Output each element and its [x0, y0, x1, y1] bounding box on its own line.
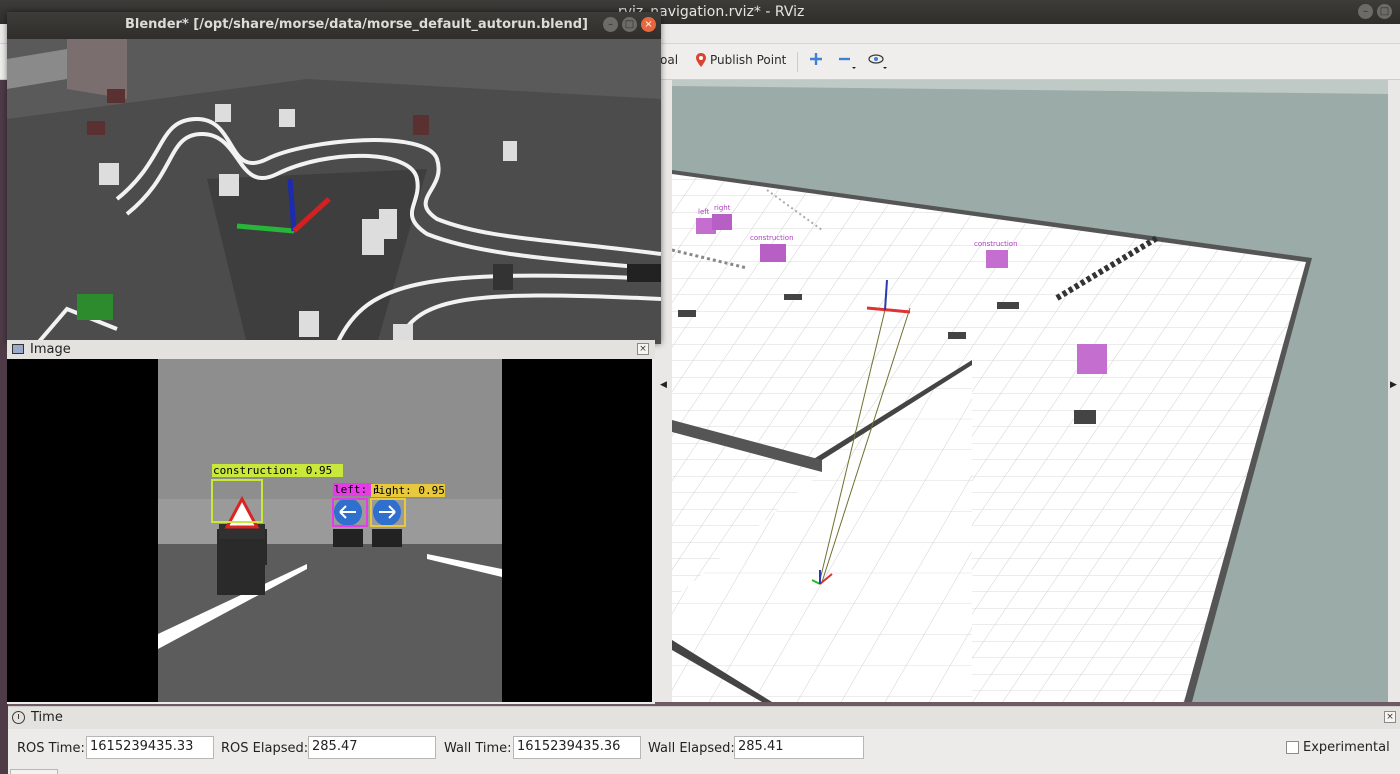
eye-icon[interactable] — [868, 52, 890, 70]
map-pin-icon — [696, 53, 706, 67]
reset-button[interactable] — [10, 769, 58, 774]
obstacle — [678, 310, 696, 317]
obstacle — [997, 302, 1019, 309]
image-panel-header[interactable]: Image × — [7, 340, 655, 359]
ros-time-field[interactable]: 1615239435.33 — [86, 736, 214, 759]
marker-label-construction: construction — [750, 234, 794, 242]
right-dock-collapse[interactable]: ▶ — [1388, 80, 1400, 702]
ros-elapsed-label: ROS Elapsed: — [221, 741, 309, 756]
obstacle — [784, 294, 802, 300]
sign-marker — [1077, 344, 1107, 374]
tool-publish-point-label: Publish Point — [710, 53, 787, 67]
marker-label-right: right — [714, 204, 731, 212]
tool-2d-nav-goal-label: oal — [660, 53, 679, 67]
wall-time-label: Wall Time: — [444, 741, 512, 756]
experimental-label: Experimental — [1303, 740, 1390, 755]
tool-publish-point[interactable]: Publish Point — [696, 53, 786, 67]
blender-titlebar[interactable]: Blender* [/opt/share/morse/data/morse_de… — [7, 12, 661, 39]
toolbar-separator — [797, 52, 798, 72]
sign-marker — [712, 214, 732, 230]
sign-marker — [760, 244, 786, 262]
camera-image-view: construction: 0.95 left: 1 right: 0.95 — [7, 359, 652, 702]
blender-window[interactable]: Blender* [/opt/share/morse/data/morse_de… — [7, 12, 661, 344]
blender-3d-view[interactable] — [7, 39, 661, 344]
experimental-checkbox[interactable] — [1286, 741, 1299, 754]
rviz-scene: left right construction construction — [672, 80, 1388, 702]
wall-elapsed-field[interactable]: 285.41 — [734, 736, 864, 759]
detection-label-construction: construction: 0.95 — [213, 464, 332, 477]
maximize-icon[interactable]: □ — [622, 17, 637, 32]
desktop: rviz_navigation.rviz* - RViz – □ oal Pub… — [0, 0, 1400, 774]
minimize-icon[interactable]: – — [1358, 4, 1373, 19]
ros-elapsed-field[interactable]: 285.47 — [308, 736, 436, 759]
minus-icon[interactable] — [838, 52, 858, 70]
clock-icon — [12, 711, 25, 724]
image-panel: Image × construction: 0.95 left: 1 right… — [7, 340, 655, 704]
collapse-right-icon[interactable]: ▶ — [1390, 380, 1397, 390]
image-panel-title: Image — [30, 342, 71, 357]
time-panel: Time × ROS Time: 1615239435.33 ROS Elaps… — [8, 706, 1400, 774]
obstacle — [1074, 410, 1096, 424]
detection-label-right: right: 0.95 — [372, 484, 445, 497]
wall-elapsed-label: Wall Elapsed: — [648, 741, 735, 756]
close-icon[interactable]: × — [1384, 711, 1396, 723]
blender-scene — [7, 39, 661, 344]
blender-window-title: Blender* [/opt/share/morse/data/morse_de… — [125, 17, 588, 32]
camera-image: construction: 0.95 left: 1 right: 0.95 — [7, 359, 652, 702]
marker-label-construction: construction — [974, 240, 1018, 248]
close-icon[interactable]: × — [637, 343, 649, 355]
ros-time-label: ROS Time: — [17, 741, 85, 756]
time-panel-title: Time — [31, 710, 63, 725]
sign-marker — [986, 250, 1008, 268]
image-icon — [12, 344, 24, 354]
obstacle — [948, 332, 966, 339]
horizon-band — [672, 80, 1388, 94]
collapse-left-icon[interactable]: ◀ — [660, 380, 667, 390]
maximize-icon[interactable]: □ — [1377, 4, 1392, 19]
minimize-icon[interactable]: – — [603, 17, 618, 32]
rviz-3d-viewport[interactable]: left right construction construction — [672, 80, 1388, 702]
plus-move-icon[interactable] — [809, 52, 823, 66]
marker-label-left: left — [698, 208, 710, 216]
time-panel-header[interactable]: Time × — [8, 707, 1400, 729]
close-icon[interactable]: × — [641, 17, 656, 32]
wall-time-field[interactable]: 1615239435.36 — [513, 736, 641, 759]
tool-2d-nav-goal[interactable]: oal — [660, 53, 678, 67]
